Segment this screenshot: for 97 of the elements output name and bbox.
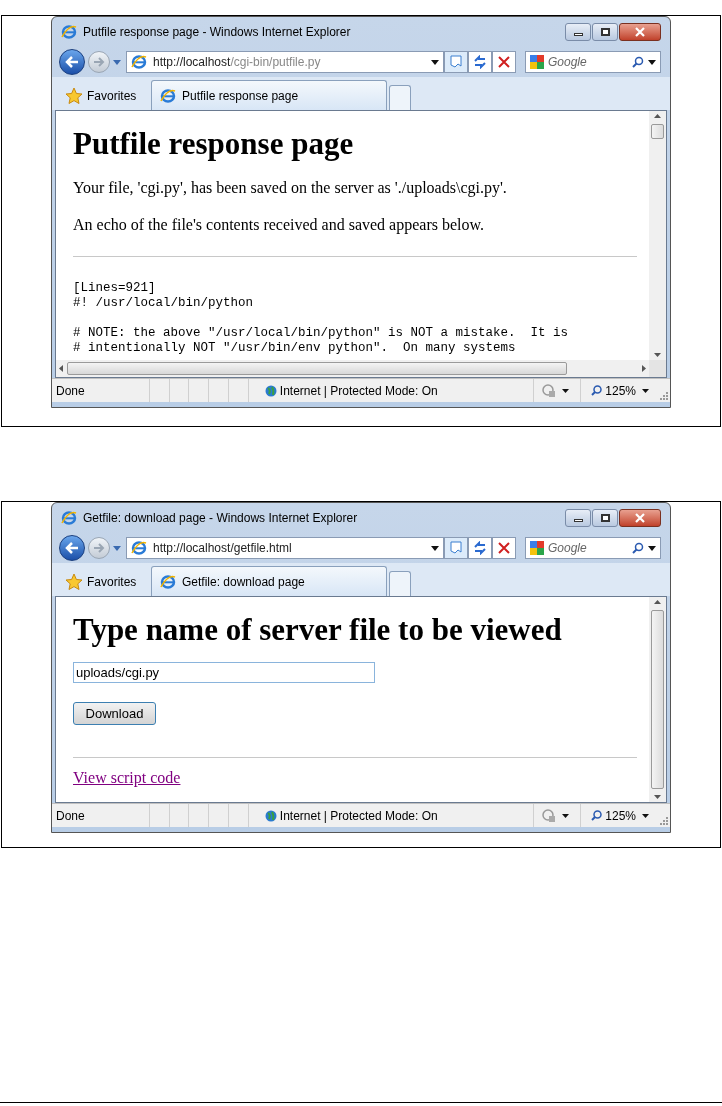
vertical-scrollbar[interactable] — [649, 597, 666, 802]
compatibility-button[interactable] — [444, 51, 468, 73]
search-icon[interactable] — [632, 56, 644, 68]
favorites-button[interactable]: Favorites — [55, 82, 151, 110]
refresh-button[interactable] — [468, 51, 492, 73]
zoom-level[interactable]: 125% — [605, 806, 636, 825]
browser-tab[interactable]: Getfile: download page — [151, 566, 387, 596]
globe-icon — [264, 384, 277, 397]
refresh-icon — [473, 541, 487, 555]
status-text: Done — [55, 807, 86, 825]
scroll-down-icon[interactable] — [654, 353, 661, 357]
address-text: http://localhost/getfile.html — [153, 540, 293, 557]
refresh-button[interactable] — [468, 537, 492, 559]
address-bar[interactable]: http://localhost/cgi-bin/putfile.py — [126, 51, 444, 73]
refresh-icon — [473, 55, 487, 69]
scroll-right-icon[interactable] — [642, 365, 646, 372]
caret-icon[interactable] — [642, 388, 649, 393]
zoom-level[interactable]: 125% — [605, 381, 636, 400]
caret-icon[interactable] — [561, 813, 569, 818]
security-zone: Internet | Protected Mode: On — [279, 382, 438, 400]
scroll-up-icon[interactable] — [654, 114, 661, 118]
vertical-scrollbar[interactable] — [649, 111, 666, 360]
compatibility-button[interactable] — [444, 537, 468, 559]
stop-button[interactable] — [492, 537, 516, 559]
address-bar[interactable]: http://localhost/getfile.html — [126, 537, 444, 559]
file-name-field[interactable]: uploads/cgi.py — [73, 661, 375, 683]
browser-logo-icon — [131, 540, 147, 556]
download-button[interactable]: Download — [73, 701, 156, 725]
scroll-up-icon[interactable] — [654, 600, 661, 604]
minimize-button[interactable] — [565, 509, 591, 527]
code-line: [Lines=921] — [73, 280, 157, 296]
back-arrow-icon — [65, 56, 79, 68]
tab-title: Getfile: download page — [182, 573, 305, 591]
forward-arrow-icon — [93, 57, 105, 67]
minimize-button[interactable] — [565, 23, 591, 41]
scroll-thumb[interactable] — [651, 124, 664, 139]
code-line: #! /usr/local/bin/python — [73, 295, 255, 311]
caret-icon[interactable] — [431, 545, 439, 551]
zoom-icon — [591, 385, 603, 396]
maximize-button[interactable] — [592, 509, 618, 527]
back-button[interactable] — [59, 49, 85, 75]
window-title: Getfile: download page - Windows Internet Explorer — [83, 510, 359, 527]
close-icon — [635, 513, 645, 523]
globe-icon — [264, 809, 277, 822]
view-script-link[interactable]: View script code — [73, 765, 181, 790]
paragraph: Your file, 'cgi.py', has been saved on the server as './uploads\cgi.py'. — [73, 177, 508, 199]
tab-title: Putfile response page — [182, 87, 299, 105]
scroll-thumb[interactable] — [67, 362, 567, 375]
status-text: Done — [55, 382, 86, 400]
paragraph: An echo of the file's contents received and saved appears below. — [73, 214, 485, 236]
close-button[interactable] — [619, 23, 661, 41]
zoom-icon — [591, 810, 603, 821]
browser-logo-icon — [61, 24, 77, 40]
close-icon — [635, 27, 645, 37]
forward-arrow-icon — [93, 543, 105, 553]
horizontal-scrollbar[interactable] — [56, 360, 649, 377]
star-icon — [65, 87, 83, 105]
search-placeholder: Google — [548, 54, 588, 71]
code-line: # intentionally NOT "/usr/bin/env python". On many systems — [73, 340, 517, 356]
address-text: http://localhost/cgi-bin/putfile.py — [153, 54, 322, 71]
scroll-left-icon[interactable] — [59, 365, 63, 372]
search-field[interactable]: Google — [525, 51, 661, 73]
search-placeholder: Google — [548, 540, 588, 557]
resize-grip-icon[interactable] — [660, 817, 668, 825]
security-zone: Internet | Protected Mode: On — [279, 807, 438, 825]
star-icon — [65, 573, 83, 591]
browser-logo-icon — [61, 510, 77, 526]
maximize-button[interactable] — [592, 23, 618, 41]
search-icon[interactable] — [632, 542, 644, 554]
page-heading: Putfile response page — [73, 125, 355, 163]
stop-icon — [498, 542, 510, 554]
scroll-thumb[interactable] — [651, 610, 664, 789]
torn-page-icon — [449, 541, 463, 555]
resize-grip-icon[interactable] — [660, 392, 668, 400]
caret-icon[interactable] — [648, 545, 656, 551]
window-title: Putfile response page - Windows Internet Explorer — [83, 24, 352, 41]
search-provider-icon — [530, 55, 544, 69]
favorites-button[interactable]: Favorites — [55, 568, 151, 596]
scroll-down-icon[interactable] — [654, 795, 661, 799]
stop-button[interactable] — [492, 51, 516, 73]
back-arrow-icon — [65, 542, 79, 554]
caret-icon[interactable] — [648, 59, 656, 65]
caret-icon[interactable] — [561, 388, 569, 393]
torn-page-icon — [449, 55, 463, 69]
browser-logo-icon — [160, 87, 176, 104]
back-button[interactable] — [59, 535, 85, 561]
browser-logo-icon — [160, 573, 176, 590]
page-heading: Type name of server file to be viewed — [73, 611, 563, 649]
browser-logo-icon — [131, 54, 147, 70]
stop-icon — [498, 56, 510, 68]
caret-icon[interactable] — [431, 59, 439, 65]
code-line: # NOTE: the above "/usr/local/bin/python" is NOT a mistake. It is — [73, 325, 570, 341]
search-field[interactable]: Google — [525, 537, 661, 559]
close-button[interactable] — [619, 509, 661, 527]
search-provider-icon — [530, 541, 544, 555]
browser-tab[interactable]: Putfile response page — [151, 80, 387, 110]
caret-icon[interactable] — [642, 813, 649, 818]
